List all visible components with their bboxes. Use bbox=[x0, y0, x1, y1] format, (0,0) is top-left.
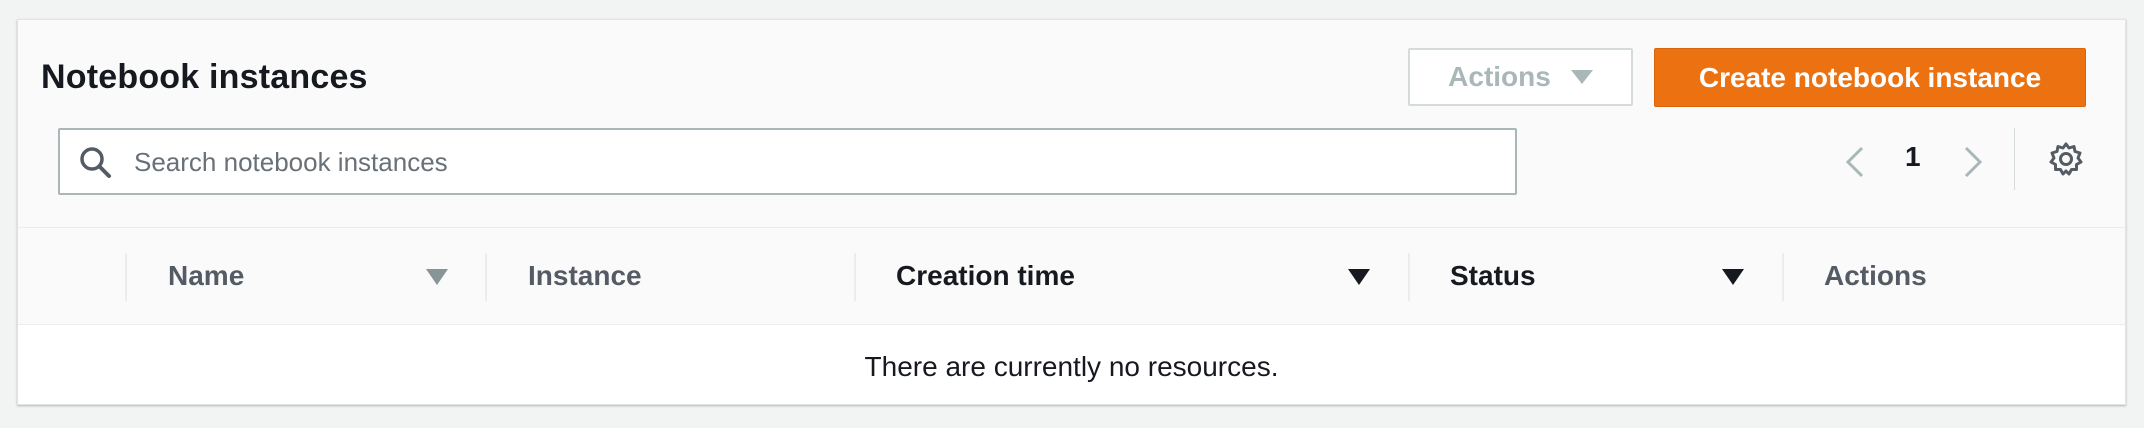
table-header: Name Instance Creation time Status Actio… bbox=[18, 227, 2125, 325]
sort-caret-icon[interactable] bbox=[1348, 269, 1370, 285]
column-header-name[interactable]: Name bbox=[168, 260, 244, 292]
actions-dropdown-button[interactable]: Actions bbox=[1408, 48, 1633, 106]
create-notebook-instance-button[interactable]: Create notebook instance bbox=[1654, 48, 2086, 107]
gear-icon[interactable] bbox=[2048, 141, 2084, 177]
sort-caret-icon[interactable] bbox=[426, 269, 448, 285]
page-title: Notebook instances bbox=[41, 58, 368, 96]
create-button-label: Create notebook instance bbox=[1698, 61, 2042, 93]
chevron-left-icon[interactable] bbox=[1840, 142, 1870, 182]
column-separator bbox=[1408, 253, 1410, 301]
page-number[interactable]: 1 bbox=[1905, 141, 1921, 173]
empty-state-message: There are currently no resources. bbox=[864, 351, 1279, 382]
search-icon bbox=[80, 147, 111, 178]
column-header-actions: Actions bbox=[1824, 260, 1927, 291]
search-box bbox=[58, 128, 1517, 195]
column-header-status[interactable]: Status bbox=[1450, 260, 1536, 292]
actions-button-label: Actions bbox=[1448, 61, 1551, 92]
column-separator bbox=[485, 253, 487, 301]
sort-caret-icon[interactable] bbox=[1722, 269, 1744, 285]
column-separator bbox=[125, 253, 127, 301]
column-separator bbox=[1782, 253, 1784, 301]
chevron-right-icon[interactable] bbox=[1958, 142, 1988, 182]
column-header-creation-time[interactable]: Creation time bbox=[896, 260, 1075, 292]
caret-down-icon bbox=[1570, 70, 1593, 84]
column-separator bbox=[854, 253, 856, 301]
search-input[interactable] bbox=[132, 138, 1496, 186]
pager-divider bbox=[2014, 128, 2015, 190]
table-body: There are currently no resources. bbox=[18, 325, 2125, 404]
column-header-instance: Instance bbox=[528, 260, 642, 291]
